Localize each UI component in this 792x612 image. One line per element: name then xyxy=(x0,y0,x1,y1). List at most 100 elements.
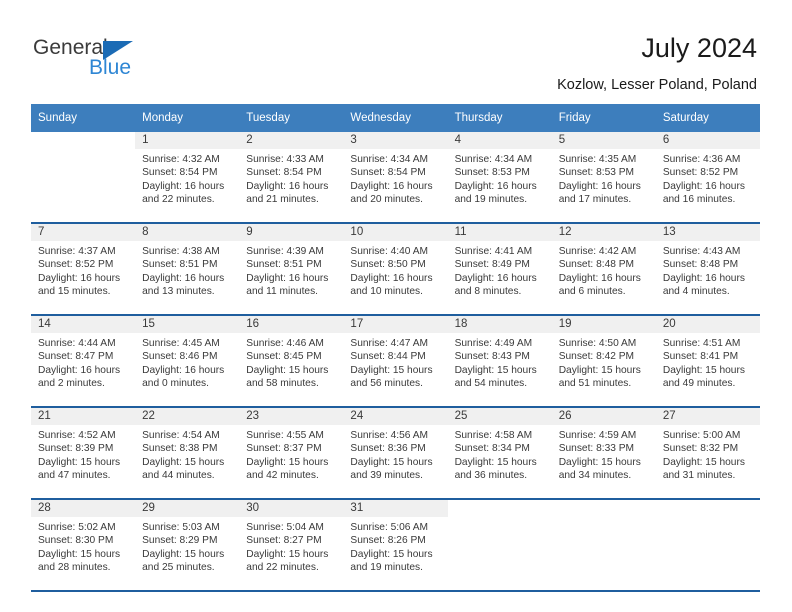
day-number: 26 xyxy=(551,408,656,425)
sunrise-text: Sunrise: 4:36 AM xyxy=(662,154,741,165)
sunrise-text: Sunrise: 4:40 AM xyxy=(350,246,429,257)
calendar-day-cell[interactable]: 29 Sunrise: 5:03 AM Sunset: 8:29 PM Dayligh… xyxy=(135,499,240,591)
sunset-text: Sunset: 8:38 PM xyxy=(142,443,218,455)
sunset-text: Sunset: 8:51 PM xyxy=(246,259,322,271)
day-cell-inner: 21 Sunrise: 4:52 AM Sunset: 8:39 PM Dayligh… xyxy=(31,408,136,498)
day-cell-inner: 31 Sunrise: 5:06 AM Sunset: 8:26 PM Dayligh… xyxy=(343,500,448,590)
calendar-day-cell[interactable]: 11 Sunrise: 4:41 AM Sunset: 8:49 PM Dayligh… xyxy=(447,223,552,315)
calendar-day-cell[interactable]: 12 Sunrise: 4:42 AM Sunset: 8:48 PM Dayligh… xyxy=(551,223,656,315)
daylight-text-line1: Daylight: 15 hours xyxy=(558,364,641,376)
calendar-day-cell[interactable]: 10 Sunrise: 4:40 AM Sunset: 8:50 PM Dayligh… xyxy=(343,223,448,315)
calendar-day-cell[interactable]: 1 Sunrise: 4:32 AM Sunset: 8:54 PM Daylight… xyxy=(135,132,240,223)
daylight-text-line1: Daylight: 15 hours xyxy=(454,364,537,376)
daylight-text-line2: and 56 minutes. xyxy=(350,378,423,390)
sunrise-text: Sunrise: 4:42 AM xyxy=(558,246,637,257)
daylight-text-line2: and 44 minutes. xyxy=(142,470,215,482)
daylight-text-line1: Daylight: 15 hours xyxy=(142,456,225,468)
daylight-text-line2: and 39 minutes. xyxy=(350,470,423,482)
day-info: Sunrise: 4:46 AM Sunset: 8:45 PM Daylight:… xyxy=(239,333,343,391)
calendar-day-cell[interactable]: 6 Sunrise: 4:36 AM Sunset: 8:52 PM Daylight… xyxy=(655,132,760,223)
sunrise-text: Sunrise: 4:34 AM xyxy=(350,154,429,165)
calendar-day-cell[interactable]: 20 Sunrise: 4:51 AM Sunset: 8:41 PM Dayligh… xyxy=(655,315,760,407)
calendar-day-cell[interactable]: 22 Sunrise: 4:54 AM Sunset: 8:38 PM Dayligh… xyxy=(135,407,240,499)
calendar-day-cell[interactable]: 14 Sunrise: 4:44 AM Sunset: 8:47 PM Dayligh… xyxy=(31,315,136,407)
weekday-header-thursday: Thursday xyxy=(447,104,552,132)
calendar-day-cell[interactable]: 27 Sunrise: 5:00 AM Sunset: 8:32 PM Dayligh… xyxy=(655,407,760,499)
sunrise-text: Sunrise: 5:02 AM xyxy=(38,522,116,533)
sunrise-text: Sunrise: 5:00 AM xyxy=(662,430,741,441)
calendar-day-cell[interactable]: 30 Sunrise: 5:04 AM Sunset: 8:27 PM Dayligh… xyxy=(239,499,344,591)
sunset-text: Sunset: 8:29 PM xyxy=(142,535,218,547)
day-cell-inner: 13 Sunrise: 4:43 AM Sunset: 8:48 PM Dayligh… xyxy=(655,224,760,314)
daylight-text-line1: Daylight: 16 hours xyxy=(246,272,329,284)
day-cell-inner: 10 Sunrise: 4:40 AM Sunset: 8:50 PM Dayligh… xyxy=(343,224,448,314)
sunrise-text: Sunrise: 4:34 AM xyxy=(454,154,533,165)
calendar-day-cell[interactable]: 15 Sunrise: 4:45 AM Sunset: 8:46 PM Dayligh… xyxy=(135,315,240,407)
calendar-day-cell[interactable]: 19 Sunrise: 4:50 AM Sunset: 8:42 PM Dayligh… xyxy=(551,315,656,407)
calendar-day-cell[interactable]: 31 Sunrise: 5:06 AM Sunset: 8:26 PM Dayligh… xyxy=(343,499,448,591)
sunset-text: Sunset: 8:34 PM xyxy=(454,443,530,455)
calendar-day-cell[interactable]: 28 Sunrise: 5:02 AM Sunset: 8:30 PM Dayligh… xyxy=(31,499,136,591)
sunrise-text: Sunrise: 4:54 AM xyxy=(142,430,220,441)
daylight-text-line1: Daylight: 15 hours xyxy=(454,456,537,468)
daylight-text-line1: Daylight: 15 hours xyxy=(350,456,433,468)
day-cell-inner: 28 Sunrise: 5:02 AM Sunset: 8:30 PM Dayligh… xyxy=(31,500,136,590)
day-number: 14 xyxy=(31,316,136,333)
daylight-text-line1: Daylight: 15 hours xyxy=(142,548,225,560)
calendar-day-cell[interactable]: 26 Sunrise: 4:59 AM Sunset: 8:33 PM Dayligh… xyxy=(551,407,656,499)
calendar-day-cell[interactable]: 13 Sunrise: 4:43 AM Sunset: 8:48 PM Dayligh… xyxy=(655,223,760,315)
day-info: Sunrise: 4:47 AM Sunset: 8:44 PM Daylight:… xyxy=(343,333,447,391)
day-info: Sunrise: 5:00 AM Sunset: 8:32 PM Daylight:… xyxy=(656,425,760,483)
day-number: 16 xyxy=(239,316,344,333)
calendar-day-cell[interactable]: 5 Sunrise: 4:35 AM Sunset: 8:53 PM Daylight… xyxy=(551,132,656,223)
weekday-header-tuesday: Tuesday xyxy=(239,104,344,132)
day-cell-inner: 20 Sunrise: 4:51 AM Sunset: 8:41 PM Dayligh… xyxy=(655,316,760,406)
sunset-text: Sunset: 8:48 PM xyxy=(558,259,635,271)
calendar-day-cell[interactable]: 2 Sunrise: 4:33 AM Sunset: 8:54 PM Daylight… xyxy=(239,132,344,223)
daylight-text-line1: Daylight: 16 hours xyxy=(558,180,641,192)
sunrise-text: Sunrise: 5:06 AM xyxy=(350,522,429,533)
day-cell-inner: 1 Sunrise: 4:32 AM Sunset: 8:54 PM Daylight… xyxy=(135,132,240,222)
sunset-text: Sunset: 8:41 PM xyxy=(662,351,739,363)
calendar-day-cell[interactable]: 4 Sunrise: 4:34 AM Sunset: 8:53 PM Daylight… xyxy=(447,132,552,223)
sunset-text: Sunset: 8:42 PM xyxy=(558,351,635,363)
day-number: 22 xyxy=(135,408,240,425)
day-info: Sunrise: 4:38 AM Sunset: 8:51 PM Daylight:… xyxy=(135,241,239,299)
daylight-text-line2: and 10 minutes. xyxy=(350,286,423,298)
calendar-day-cell[interactable]: 3 Sunrise: 4:34 AM Sunset: 8:54 PM Daylight… xyxy=(343,132,448,223)
day-number: 6 xyxy=(655,132,760,149)
daylight-text-line1: Daylight: 16 hours xyxy=(350,272,433,284)
calendar-day-cell[interactable]: 16 Sunrise: 4:46 AM Sunset: 8:45 PM Dayligh… xyxy=(239,315,344,407)
calendar-day-cell[interactable]: 23 Sunrise: 4:55 AM Sunset: 8:37 PM Dayligh… xyxy=(239,407,344,499)
sunrise-text: Sunrise: 4:51 AM xyxy=(662,338,741,349)
calendar-day-cell[interactable]: 7 Sunrise: 4:37 AM Sunset: 8:52 PM Daylight… xyxy=(31,223,136,315)
calendar-day-cell[interactable]: 9 Sunrise: 4:39 AM Sunset: 8:51 PM Daylight… xyxy=(239,223,344,315)
day-cell-inner xyxy=(655,500,760,590)
day-info xyxy=(552,517,656,521)
daylight-text-line2: and 22 minutes. xyxy=(246,562,319,574)
daylight-text-line1: Daylight: 16 hours xyxy=(142,272,225,284)
sunset-text: Sunset: 8:43 PM xyxy=(454,351,530,363)
day-number: 2 xyxy=(239,132,344,149)
daylight-text-line1: Daylight: 15 hours xyxy=(558,456,641,468)
calendar-week-row: 14 Sunrise: 4:44 AM Sunset: 8:47 PM Dayligh… xyxy=(31,315,760,407)
daylight-text-line1: Daylight: 16 hours xyxy=(662,180,745,192)
day-info: Sunrise: 4:44 AM Sunset: 8:47 PM Daylight:… xyxy=(31,333,135,391)
daylight-text-line1: Daylight: 15 hours xyxy=(38,548,121,560)
calendar-day-cell xyxy=(31,132,136,223)
calendar-day-cell[interactable]: 25 Sunrise: 4:58 AM Sunset: 8:34 PM Dayligh… xyxy=(447,407,552,499)
day-cell-inner: 11 Sunrise: 4:41 AM Sunset: 8:49 PM Dayligh… xyxy=(447,224,552,314)
day-cell-inner: 25 Sunrise: 4:58 AM Sunset: 8:34 PM Dayligh… xyxy=(447,408,552,498)
weekday-header-sunday: Sunday xyxy=(31,104,136,132)
calendar-day-cell[interactable]: 18 Sunrise: 4:49 AM Sunset: 8:43 PM Dayligh… xyxy=(447,315,552,407)
calendar-page: General Blue July 2024 Kozlow, Lesser Po… xyxy=(0,0,792,612)
sunrise-text: Sunrise: 4:41 AM xyxy=(454,246,533,257)
day-cell-inner: 14 Sunrise: 4:44 AM Sunset: 8:47 PM Dayligh… xyxy=(31,316,136,406)
calendar-day-cell[interactable]: 17 Sunrise: 4:47 AM Sunset: 8:44 PM Dayligh… xyxy=(343,315,448,407)
day-info: Sunrise: 4:34 AM Sunset: 8:54 PM Daylight:… xyxy=(343,149,447,207)
calendar-day-cell[interactable]: 24 Sunrise: 4:56 AM Sunset: 8:36 PM Dayligh… xyxy=(343,407,448,499)
sunset-text: Sunset: 8:47 PM xyxy=(38,351,114,363)
calendar-day-cell[interactable]: 8 Sunrise: 4:38 AM Sunset: 8:51 PM Daylight… xyxy=(135,223,240,315)
calendar-day-cell[interactable]: 21 Sunrise: 4:52 AM Sunset: 8:39 PM Dayligh… xyxy=(31,407,136,499)
sunset-text: Sunset: 8:30 PM xyxy=(38,535,114,547)
